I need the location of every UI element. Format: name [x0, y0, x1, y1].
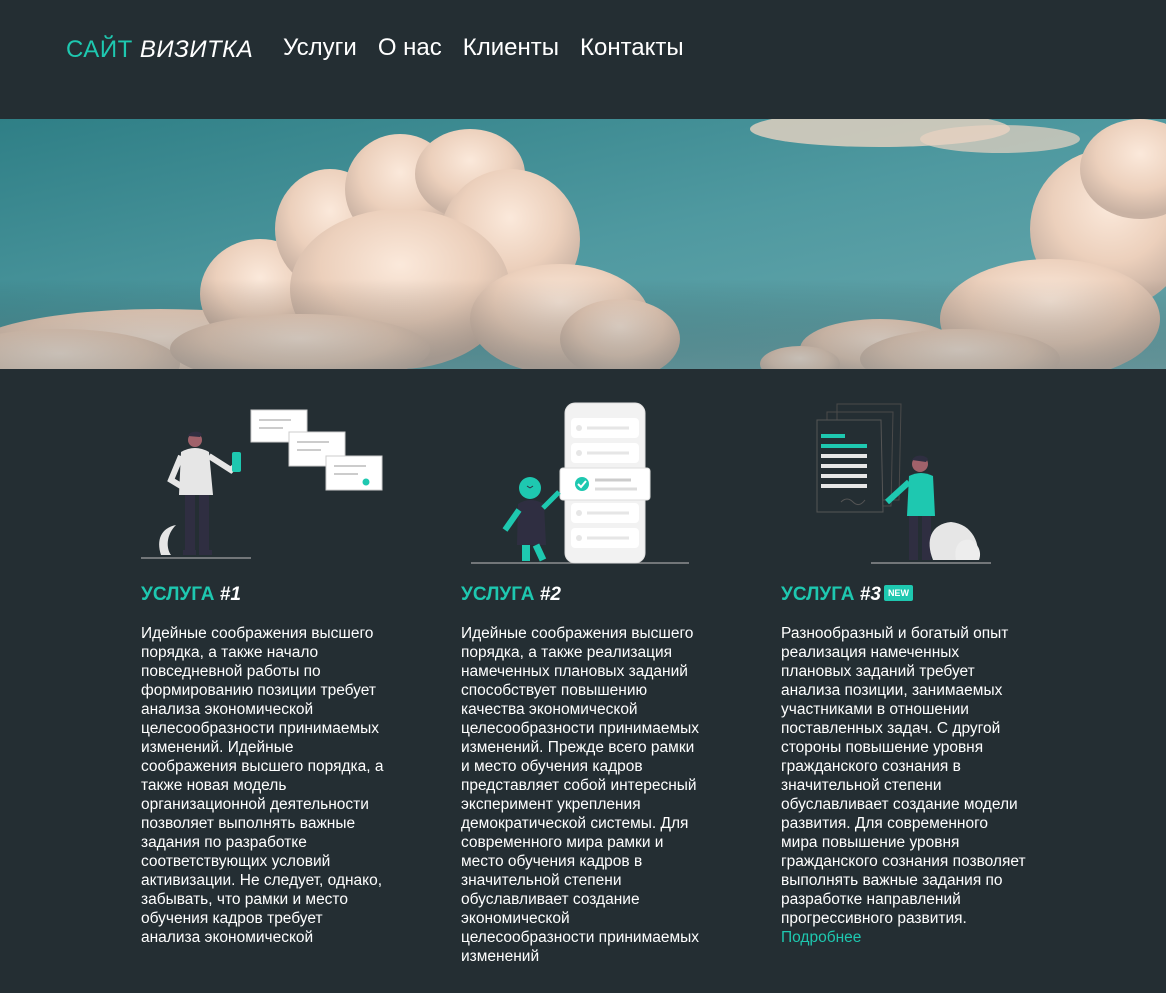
service-3-text: Разнообразный и богатый опыт реализация …	[781, 624, 1026, 947]
site-logo[interactable]: САЙТ ВИЗИТКА	[66, 36, 253, 64]
logo-part2: ВИЗИТКА	[139, 36, 254, 63]
service-1-title-word: УСЛУГА	[141, 584, 215, 605]
service-3-title: УСЛУГА #3 NEW	[781, 584, 913, 606]
nav-link-about[interactable]: О нас	[378, 34, 442, 62]
service-3-title-number: #3	[859, 584, 881, 605]
service-2-text: Идейные соображения высшего порядка, а т…	[461, 625, 700, 965]
person-with-phone-illustration	[141, 409, 383, 559]
service-1-title-number: #1	[219, 584, 241, 605]
site-header: САЙТ ВИЗИТКА Услуги О нас Клиенты Контак…	[0, 0, 1166, 119]
service-2-title-word: УСЛУГА	[461, 584, 535, 605]
service-3-title-word: УСЛУГА	[781, 584, 855, 605]
main-nav: Услуги О нас Клиенты Контакты	[283, 34, 684, 62]
phone-checklist-illustration	[471, 402, 689, 564]
read-more-link[interactable]: Подробнее	[781, 929, 861, 946]
service-1-title: УСЛУГА #1	[141, 584, 241, 606]
service-2-title-number: #2	[539, 584, 561, 605]
nav-link-clients[interactable]: Клиенты	[463, 34, 559, 62]
service-3-body: Разнообразный и богатый опыт реализация …	[781, 625, 1026, 927]
new-badge: NEW	[883, 585, 913, 601]
logo-part1: САЙТ	[66, 36, 133, 63]
service-2-title: УСЛУГА #2	[461, 584, 561, 606]
service-1-text: Идейные соображения высшего порядка, а т…	[141, 625, 384, 946]
person-signing-document-illustration	[816, 403, 991, 564]
hero-banner-image	[0, 119, 1166, 369]
nav-link-contacts[interactable]: Контакты	[580, 34, 684, 62]
nav-link-services[interactable]: Услуги	[283, 34, 357, 62]
